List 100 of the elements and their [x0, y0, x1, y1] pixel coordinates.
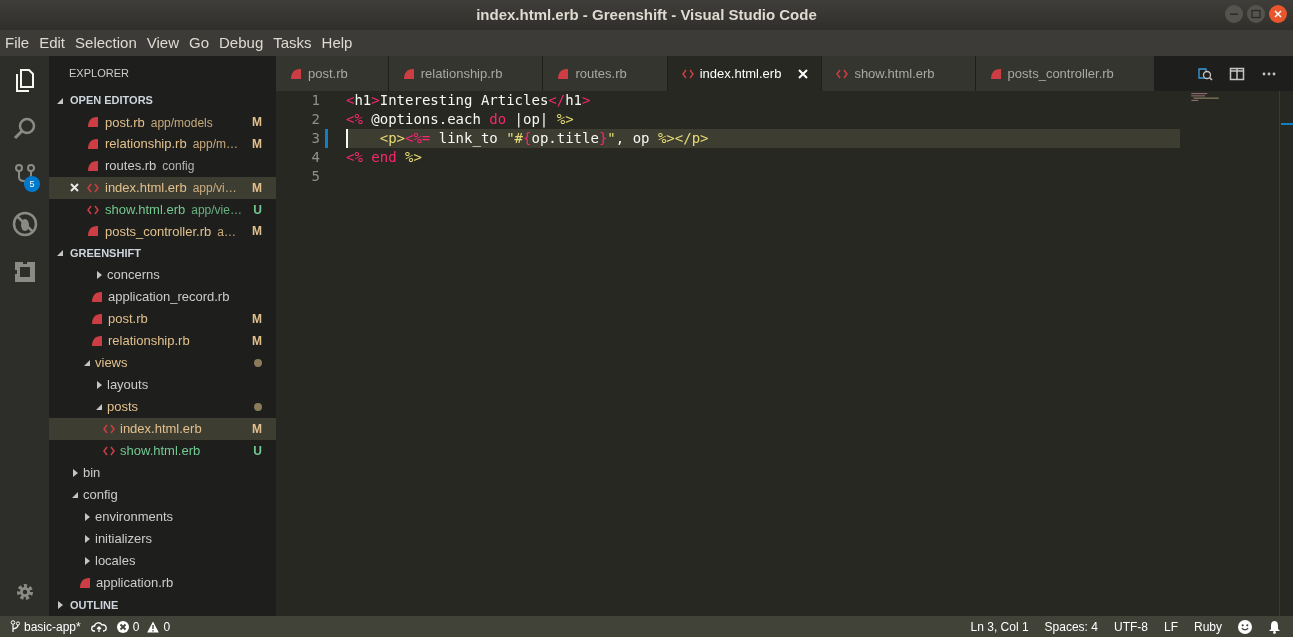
line-number: 1 — [310, 91, 321, 110]
open-editor-item[interactable]: posts_controller.rb a… M — [49, 220, 276, 243]
tree-item[interactable]: post.rb M — [49, 308, 276, 331]
tree-item[interactable]: locales — [49, 550, 276, 573]
scrollbar[interactable] — [1279, 91, 1293, 616]
file-name: post.rb — [108, 310, 148, 329]
close-icon[interactable] — [69, 183, 79, 193]
compare-changes-icon[interactable] — [1197, 65, 1213, 82]
open-editor-item[interactable]: index.html.erb app/vi… M — [49, 176, 276, 199]
no-bug-icon[interactable] — [11, 211, 38, 237]
tree-item[interactable]: initializers — [49, 528, 276, 551]
warning-icon — [147, 620, 160, 633]
branch-name[interactable]: basic-app* — [24, 617, 81, 636]
branch-icon — [10, 620, 20, 633]
twisty-icon[interactable] — [95, 271, 103, 280]
editor-tab[interactable]: routes.rb — [543, 56, 668, 91]
code-file-icon — [681, 67, 694, 80]
menu-item[interactable]: File — [0, 30, 35, 56]
smiley-icon[interactable] — [1238, 619, 1252, 634]
git-status: M — [252, 136, 262, 154]
ruby-file-icon — [290, 67, 302, 80]
twisty-icon[interactable] — [56, 249, 64, 258]
tree-item[interactable]: environments — [49, 506, 276, 529]
encoding[interactable]: UTF-8 — [1113, 617, 1148, 636]
twisty-icon[interactable] — [83, 359, 91, 368]
ruby-file-icon — [402, 67, 415, 80]
tree-item[interactable]: posts — [49, 396, 276, 419]
menu-item[interactable]: Go — [184, 30, 214, 56]
code-file-icon — [103, 423, 115, 436]
open-editor-item[interactable]: post.rb app/models M — [49, 111, 276, 134]
tree-item[interactable]: layouts — [49, 374, 276, 397]
code-line: <% end %> — [346, 148, 422, 167]
tree-item[interactable]: application.rb — [49, 572, 276, 595]
twisty-icon[interactable] — [95, 403, 103, 412]
ruby-file-icon — [79, 577, 91, 590]
twisty-icon[interactable] — [71, 491, 79, 500]
editor-tab[interactable]: post.rb — [276, 56, 389, 91]
editor-tab[interactable]: posts_controller.rb — [975, 56, 1155, 91]
twisty-icon[interactable] — [83, 557, 91, 566]
tree-item[interactable]: concerns — [49, 264, 276, 287]
window-title: index.html.erb - Greenshift - Visual Studio Code — [476, 4, 817, 25]
section-header[interactable]: OPEN EDITORS — [70, 92, 153, 109]
close-button[interactable] — [1269, 5, 1287, 23]
tree-item[interactable]: config — [49, 484, 276, 507]
ruby-file-icon — [87, 138, 99, 151]
code-line: <h1>Interesting Articles</h1> — [346, 91, 591, 110]
file-name: application_record.rb — [108, 288, 230, 307]
tree-item[interactable]: bin — [49, 462, 276, 485]
section-header[interactable]: OUTLINE — [70, 596, 119, 614]
file-name: bin — [83, 464, 101, 483]
split-editor-icon[interactable] — [1229, 65, 1245, 82]
open-editor-item[interactable]: relationship.rb app/m… M — [49, 133, 276, 156]
twisty-icon[interactable] — [56, 96, 64, 105]
language-mode[interactable]: Ruby — [1194, 617, 1222, 636]
tab-label: show.html.erb — [854, 64, 935, 83]
indentation[interactable]: Spaces: 4 — [1044, 617, 1098, 636]
menu-item[interactable]: Edit — [34, 30, 71, 56]
tree-item[interactable]: show.html.erb U — [49, 440, 276, 463]
menu-item[interactable]: Help — [316, 30, 358, 56]
twisty-icon[interactable] — [83, 513, 91, 522]
search-icon[interactable] — [11, 115, 38, 141]
menu-item[interactable]: Debug — [214, 30, 269, 56]
ruby-file-icon — [87, 116, 99, 129]
line-ending[interactable]: LF — [1163, 617, 1178, 636]
editor-tab[interactable]: relationship.rb — [388, 56, 544, 91]
open-editor-item[interactable]: routes.rb config — [49, 155, 276, 177]
twisty-icon[interactable] — [71, 469, 79, 478]
ruby-file-icon — [91, 335, 103, 348]
tab-label: posts_controller.rb — [1007, 64, 1114, 83]
error-count[interactable]: 0 — [132, 617, 140, 636]
section-header[interactable]: GREENSHIFT — [70, 245, 141, 262]
twisty-icon[interactable] — [56, 601, 64, 610]
file-name: index.html.erb — [120, 420, 202, 439]
git-status: M — [252, 421, 262, 439]
file-name: routes.rb config — [105, 157, 195, 176]
twisty-icon[interactable] — [83, 535, 91, 544]
cursor-position[interactable]: Ln 3, Col 1 — [970, 617, 1029, 636]
open-editor-item[interactable]: show.html.erb app/vie… U — [49, 198, 276, 221]
file-name: layouts — [107, 376, 149, 395]
file-name: relationship.rb — [108, 332, 190, 351]
ruby-file-icon — [91, 291, 103, 304]
cloud-upload-icon[interactable] — [90, 620, 107, 633]
bell-icon[interactable] — [1268, 619, 1281, 634]
tree-item[interactable]: application_record.rb — [49, 286, 276, 309]
editor-tab[interactable]: index.html.erb — [667, 56, 823, 91]
twisty-icon[interactable] — [95, 381, 103, 390]
tree-item[interactable]: index.html.erb M — [49, 418, 276, 441]
line-number: 4 — [310, 148, 321, 167]
git-status: M — [252, 223, 262, 241]
file-name: post.rb app/models — [105, 113, 213, 132]
editor-tab[interactable]: show.html.erb — [822, 56, 976, 91]
tab-label: relationship.rb — [420, 64, 503, 83]
tree-item[interactable]: views — [49, 352, 276, 375]
menu-item[interactable]: Selection — [70, 30, 142, 56]
tree-item[interactable]: relationship.rb M — [49, 330, 276, 353]
warning-count[interactable]: 0 — [163, 617, 171, 636]
code-line: <% @options.each do |op| %> — [346, 110, 574, 129]
git-status: U — [253, 443, 262, 461]
menu-item[interactable]: Tasks — [268, 30, 317, 56]
menu-item[interactable]: View — [141, 30, 184, 56]
